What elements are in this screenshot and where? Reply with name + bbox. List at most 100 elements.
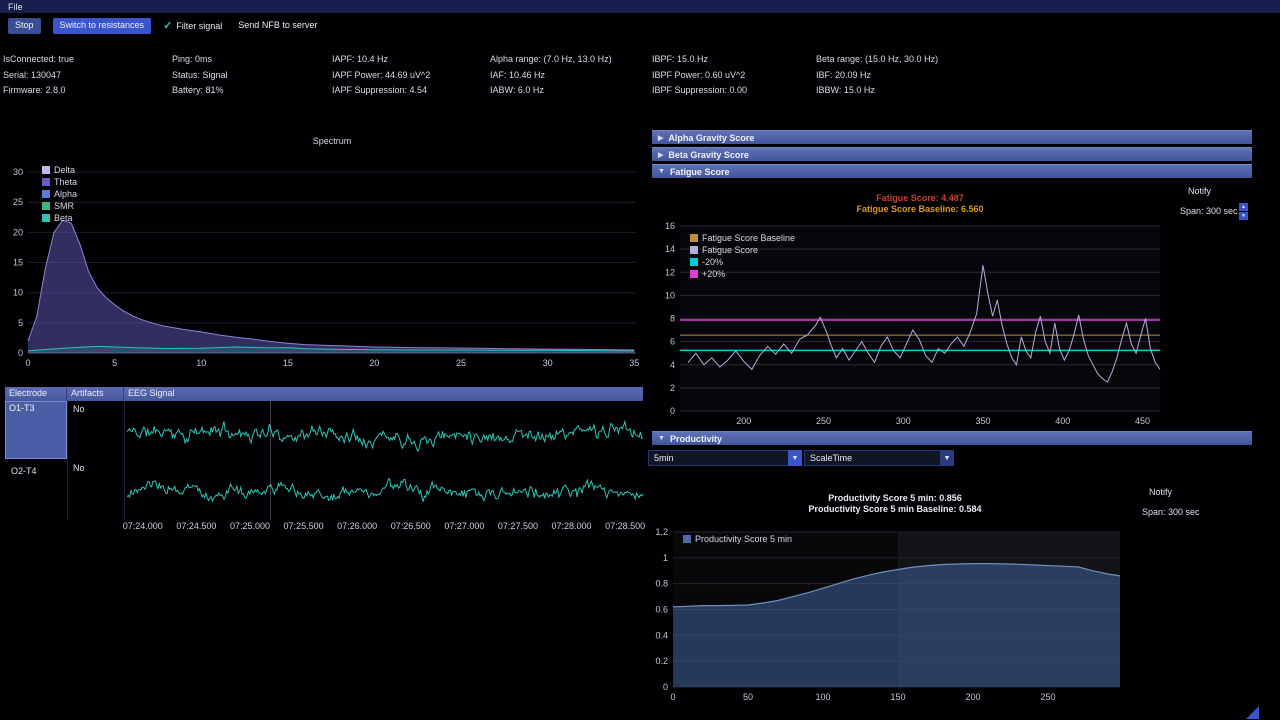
status-ping: Ping: 0ms (172, 54, 213, 64)
spinner-up-icon[interactable]: ▲ (1239, 203, 1248, 211)
chevron-right-icon: ▶ (658, 134, 664, 142)
interval-select[interactable]: 5min ▼ (648, 450, 802, 466)
legend-label: Beta (54, 212, 73, 223)
status-column-alpha: Alpha range: (7.0 Hz, 13.0 Hz) IAF: 10.4… (490, 52, 612, 99)
status-isconnected: IsConnected: true (3, 54, 75, 64)
panel-header-beta-gravity[interactable]: ▶ Beta Gravity Score (652, 147, 1252, 161)
resize-grip-icon[interactable] (1246, 706, 1259, 719)
svg-text:0: 0 (663, 682, 668, 692)
svg-text:10: 10 (13, 288, 23, 298)
productivity-span-label: Span: 300 sec (1142, 507, 1200, 517)
legend-swatch-icon (42, 189, 50, 198)
status-signal: Status: Signal (172, 69, 228, 80)
fatigue-notify-label[interactable]: Notify (1188, 186, 1211, 196)
legend-label: Fatigue Score Baseline (702, 232, 796, 243)
status-iapf: IAPF: 10.4 Hz (332, 54, 389, 64)
legend-label: Delta (54, 164, 76, 175)
spinner-down-icon[interactable]: ▼ (1239, 212, 1248, 220)
svg-text:200: 200 (965, 692, 980, 702)
legend-swatch-icon (690, 233, 698, 242)
status-firmware: Firmware: 2.8.0 (3, 85, 66, 95)
menu-file[interactable]: File (8, 2, 23, 12)
time-label: 07:24.000 (122, 521, 163, 531)
svg-text:25: 25 (13, 197, 23, 207)
legend-swatch-icon (690, 245, 698, 254)
svg-text:0.4: 0.4 (655, 630, 668, 640)
legend-swatch-icon (42, 201, 50, 210)
svg-text:0.8: 0.8 (655, 579, 668, 589)
svg-text:5: 5 (18, 318, 23, 328)
time-label: 07:27.000 (444, 521, 485, 531)
status-ibpf-suppression: IBPF Suppression: 0.00 (652, 85, 748, 95)
spectrum-legend: Delta Theta Alpha SMR Beta (42, 164, 77, 223)
svg-text:2: 2 (670, 383, 675, 393)
application-window: File Stop Switch to resistances ✓ Filter… (0, 0, 1280, 720)
legend-swatch-icon (42, 165, 50, 174)
svg-text:1.2: 1.2 (655, 527, 668, 537)
svg-text:10: 10 (196, 358, 206, 368)
svg-text:14: 14 (665, 244, 675, 254)
column-header-eeg-signal: EEG Signal (128, 388, 175, 398)
send-nfb-to-server-button[interactable]: Send NFB to server (234, 18, 321, 34)
chevron-down-icon: ▼ (658, 168, 665, 175)
electrode-cell-o2-t4[interactable]: O2-T4 (8, 465, 40, 477)
legend-label: Alpha (54, 188, 78, 199)
legend-swatch-icon (690, 257, 698, 266)
legend-label: SMR (54, 200, 74, 211)
legend-item: Beta (42, 212, 77, 223)
legend-item: SMR (42, 200, 77, 211)
status-ibpf: IBPF: 15.0 Hz (652, 54, 709, 64)
panel-title-fatigue: Fatigue Score (669, 166, 730, 177)
filter-signal-checkbox[interactable]: ✓ Filter signal (163, 19, 222, 32)
legend-swatch-icon (42, 177, 50, 186)
status-column-beta: Beta range: (15.0 Hz, 30.0 Hz) IBF: 20.0… (816, 52, 938, 99)
svg-text:250: 250 (816, 416, 831, 426)
svg-text:0: 0 (670, 692, 675, 702)
artifacts-value-o1-t3: No (73, 404, 85, 414)
legend-item: Fatigue Score Baseline (690, 232, 795, 243)
svg-text:8: 8 (670, 314, 675, 324)
productivity-notify-label[interactable]: Notify (1149, 487, 1172, 497)
dropdown-arrow-icon[interactable]: ▼ (940, 450, 954, 466)
legend-label: +20% (702, 268, 726, 279)
column-header-artifacts: Artifacts (67, 387, 124, 401)
table-column-separator (67, 401, 68, 520)
legend-label: Productivity Score 5 min (695, 533, 793, 544)
chevron-down-icon: ▼ (658, 435, 665, 442)
spectrum-title: Spectrum (312, 136, 352, 146)
legend-item: +20% (690, 268, 795, 279)
eeg-signal-o2-t4 (126, 477, 644, 503)
fatigue-baseline-value: Fatigue Score Baseline: 6.560 (856, 204, 984, 214)
spectrum-chart: 0 5 10 15 20 25 30 0 5 10 15 20 25 30 35 (13, 167, 639, 368)
status-ibpf-power: IBPF Power: 0.60 uV^2 (652, 69, 746, 80)
electrode-cell-o1-t3[interactable]: O1-T3 (5, 401, 67, 459)
toolbar: Stop Switch to resistances ✓ Filter sign… (0, 13, 1280, 38)
switch-to-resistances-button[interactable]: Switch to resistances (52, 17, 152, 34)
svg-text:200: 200 (736, 416, 751, 426)
status-battery: Battery: 81% (172, 85, 224, 95)
dropdown-arrow-icon[interactable]: ▼ (788, 450, 802, 466)
time-label: 07:26.500 (390, 521, 431, 531)
svg-text:0: 0 (25, 358, 30, 368)
panel-title-alpha: Alpha Gravity Score (668, 132, 755, 143)
legend-item: Fatigue Score (690, 244, 795, 255)
filter-signal-label: Filter signal (176, 20, 223, 31)
panel-header-fatigue[interactable]: ▼ Fatigue Score (652, 164, 1252, 178)
panel-header-alpha-gravity[interactable]: ▶ Alpha Gravity Score (652, 130, 1252, 144)
scale-select[interactable]: ScaleTime ▼ (804, 450, 954, 466)
svg-text:16: 16 (665, 221, 675, 231)
time-label: 07:25.500 (283, 521, 324, 531)
svg-text:1: 1 (663, 553, 668, 563)
fatigue-legend: Fatigue Score Baseline Fatigue Score -20% +… (690, 232, 795, 279)
legend-swatch-icon (690, 269, 698, 278)
eeg-time-axis: 07:24.000 07:24.500 07:25.000 07:25.500 07:2… (116, 521, 652, 531)
svg-text:300: 300 (896, 416, 911, 426)
menu-bar: File (0, 0, 1280, 13)
svg-text:450: 450 (1135, 416, 1150, 426)
stop-button[interactable]: Stop (8, 17, 41, 34)
legend-item: Productivity Score 5 min (683, 533, 792, 544)
panel-header-productivity[interactable]: ▼ Productivity (652, 431, 1252, 445)
status-column-connection: IsConnected: true Serial: 130047 Firmwar… (3, 52, 74, 99)
svg-text:6: 6 (670, 337, 675, 347)
productivity-baseline-value: Productivity Score 5 min Baseline: 0.584 (808, 504, 982, 514)
